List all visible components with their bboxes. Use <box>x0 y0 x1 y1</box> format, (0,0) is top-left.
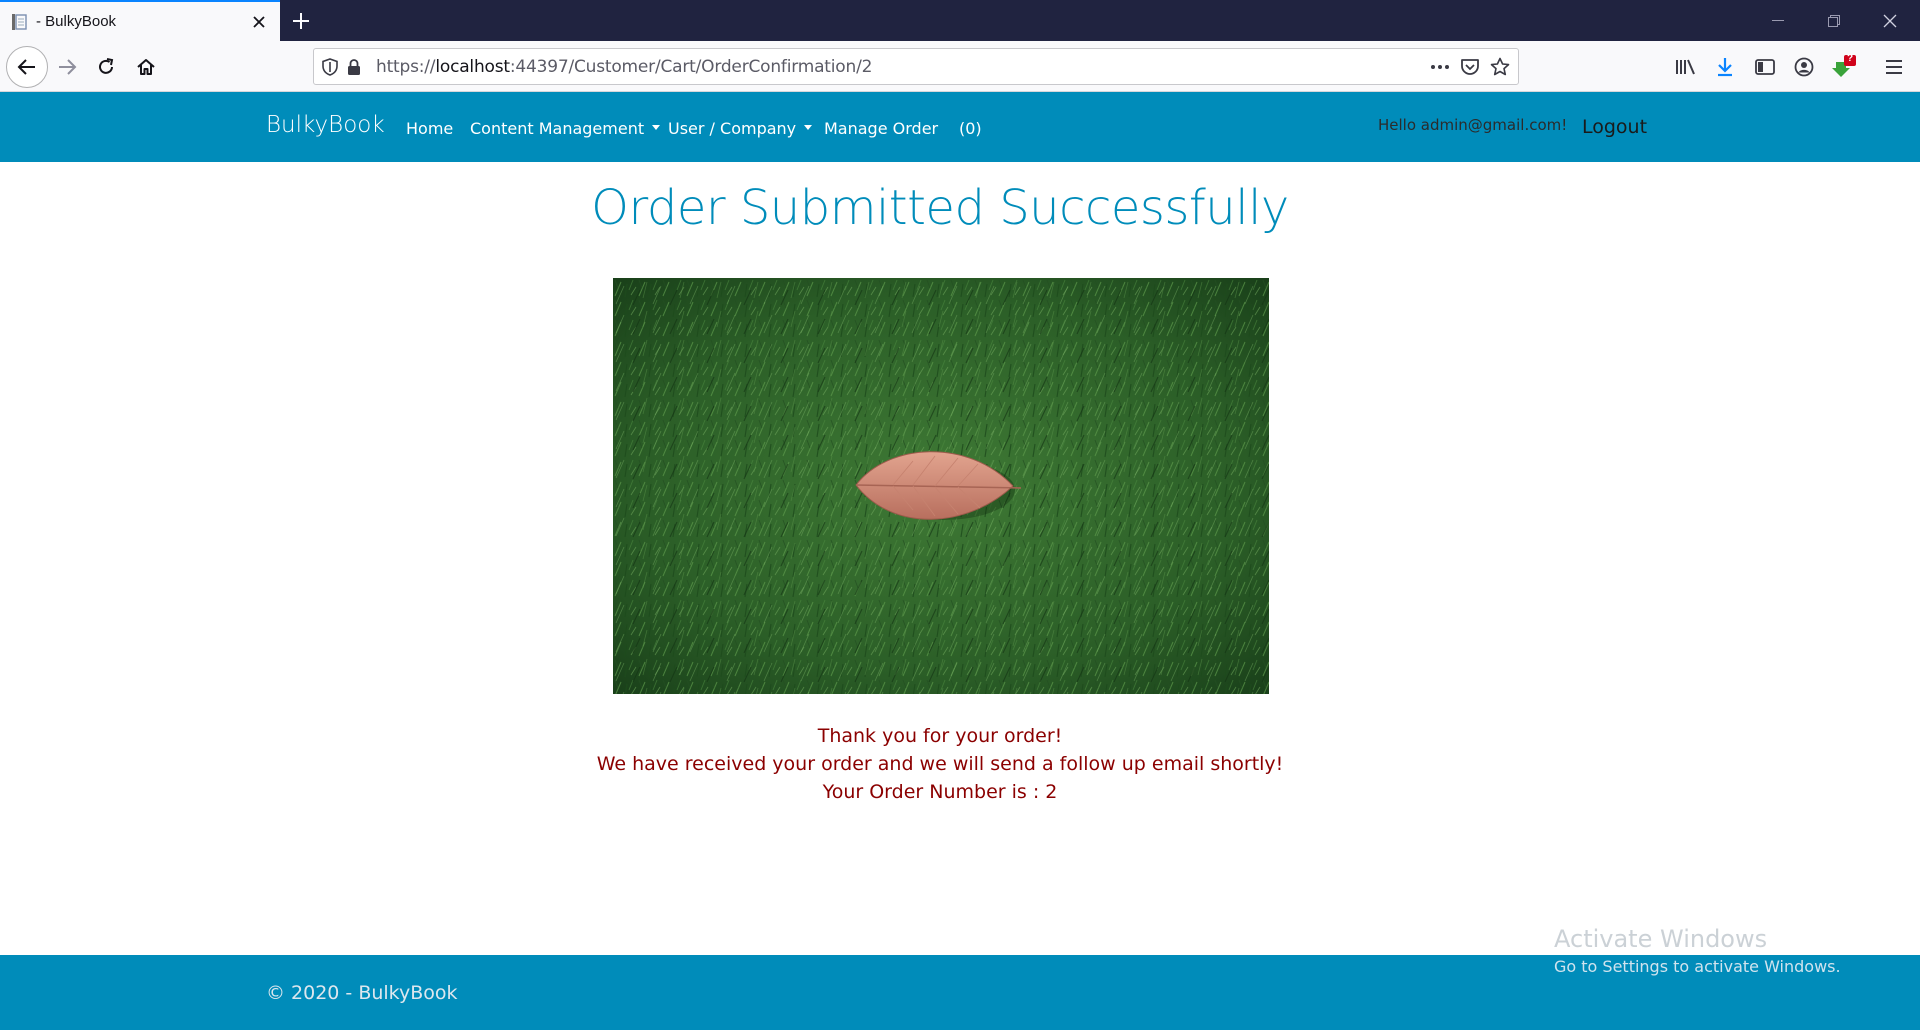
nav-user-company[interactable]: User / Company <box>668 119 813 138</box>
nav-content-management-label: Content Management <box>470 119 645 138</box>
thank-you-text: Thank you for your order! <box>817 725 1063 747</box>
restore-icon[interactable] <box>1806 0 1862 41</box>
confirmation-message: Thank you for your order! We have receiv… <box>0 722 1880 806</box>
nav-manage-order[interactable]: Manage Order <box>824 119 938 138</box>
account-icon[interactable] <box>1790 53 1818 81</box>
url-path: :44397/Customer/Cart/OrderConfirmation/2 <box>509 56 873 77</box>
tab-title: - BulkyBook <box>36 13 117 30</box>
home-icon[interactable] <box>129 50 163 84</box>
nav-home[interactable]: Home <box>406 119 453 138</box>
extension-icon[interactable]: ? <box>1830 53 1858 81</box>
url-host: localhost <box>435 56 510 77</box>
windows-activation-watermark: Activate Windows Go to Settings to activ… <box>1554 925 1841 976</box>
received-text: We have received your order and we will … <box>596 753 1284 775</box>
page-icon <box>12 13 27 30</box>
confirmation-image <box>613 278 1269 694</box>
reload-icon[interactable] <box>89 50 123 84</box>
close-tab-icon[interactable] <box>248 11 270 33</box>
watermark-title: Activate Windows <box>1554 925 1768 953</box>
watermark-subtitle: Go to Settings to activate Windows. <box>1554 957 1841 976</box>
library-icon[interactable] <box>1672 53 1700 81</box>
nav-content-management[interactable]: Content Management <box>470 119 661 138</box>
chevron-down-icon <box>804 125 813 130</box>
page-actions-icon[interactable] <box>1428 55 1452 79</box>
bookmark-star-icon[interactable] <box>1488 55 1512 79</box>
url-bar[interactable]: https://localhost:44397/Customer/Cart/Or… <box>313 48 1519 85</box>
nav-user-company-label: User / Company <box>668 119 797 138</box>
menu-icon[interactable] <box>1880 53 1908 81</box>
extension-badge: ? <box>1847 53 1854 64</box>
url-prefix: https:// <box>376 56 436 77</box>
browser-toolbar: https://localhost:44397/Customer/Cart/Or… <box>0 41 1920 92</box>
grass-leaf-illustration <box>613 278 1269 694</box>
browser-tab[interactable]: - BulkyBook <box>0 0 280 41</box>
nav-cart-count[interactable]: (0) <box>959 119 982 138</box>
sidebar-icon[interactable] <box>1751 53 1779 81</box>
url-text: https://localhost:44397/Customer/Cart/Or… <box>376 57 872 77</box>
new-tab-icon[interactable] <box>286 6 316 36</box>
minimize-icon[interactable] <box>1750 0 1806 41</box>
copyright-text: © 2020 - BulkyBook <box>266 982 458 1004</box>
forward-icon[interactable] <box>50 50 84 84</box>
download-icon[interactable] <box>1711 53 1739 81</box>
close-window-icon[interactable] <box>1862 0 1918 41</box>
tab-strip: - BulkyBook <box>0 0 1920 41</box>
order-number-text: Your Order Number is : 2 <box>822 781 1058 803</box>
shield-icon[interactable] <box>318 55 342 79</box>
pocket-icon[interactable] <box>1458 55 1482 79</box>
logout-button[interactable]: Logout <box>1582 116 1647 138</box>
chevron-down-icon <box>652 125 661 130</box>
back-icon[interactable] <box>6 46 48 88</box>
page-title: Order Submitted Successfully <box>591 180 1289 236</box>
brand-link[interactable]: BulkyBook <box>266 112 385 138</box>
lock-icon[interactable] <box>342 55 366 79</box>
user-greeting[interactable]: Hello admin@gmail.com! <box>1378 116 1567 134</box>
site-navbar: BulkyBook Home Content Management User /… <box>0 92 1920 162</box>
